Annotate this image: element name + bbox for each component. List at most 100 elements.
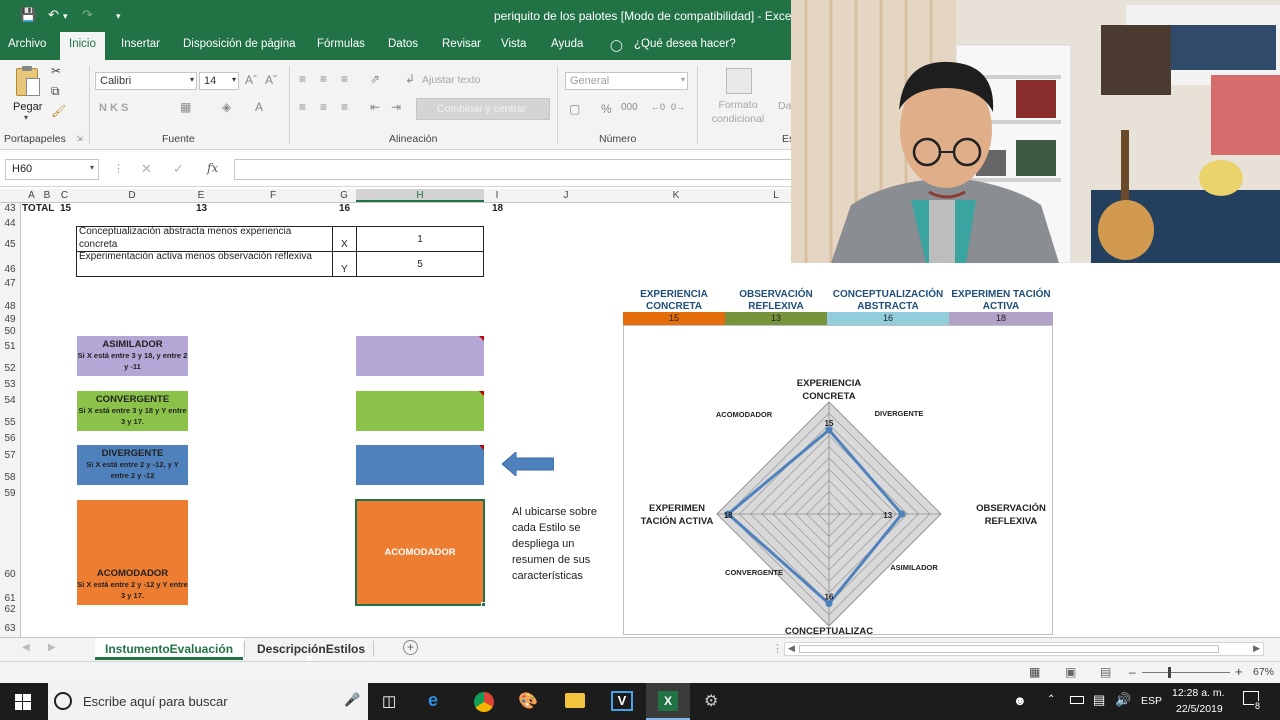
style-box-divergente[interactable]: DIVERGENTE Si X está entre 2 y -12, y Y … bbox=[77, 445, 188, 485]
result-cell[interactable]: ACOMODADOR bbox=[355, 499, 485, 606]
row-header[interactable]: 49 bbox=[0, 314, 20, 325]
page-layout-icon[interactable]: ▣ bbox=[1065, 665, 1076, 679]
indicator-convergente[interactable] bbox=[356, 391, 484, 431]
row-header[interactable]: 54 bbox=[0, 395, 20, 406]
dialog-launcher-icon[interactable]: ⇲ bbox=[76, 134, 83, 143]
name-box[interactable]: H60 ▾ bbox=[5, 159, 99, 180]
clock-time[interactable]: 12:28 a. m. bbox=[1172, 687, 1225, 699]
enter-icon[interactable]: ✓ bbox=[173, 161, 184, 177]
excel-taskbar-button[interactable]: X bbox=[646, 683, 690, 720]
redo-icon[interactable]: ↷ bbox=[82, 7, 93, 23]
zoom-slider[interactable] bbox=[1142, 667, 1230, 678]
number-format-select[interactable]: General ▾ bbox=[565, 72, 688, 90]
row-header[interactable]: 63 bbox=[0, 623, 20, 634]
row-header[interactable]: 56 bbox=[0, 433, 20, 444]
font-name-select[interactable]: Calibri ▾ bbox=[95, 72, 197, 90]
edge-icon[interactable]: e bbox=[428, 690, 438, 711]
orientation-icon[interactable]: ⇗ bbox=[370, 72, 380, 86]
row-header[interactable]: 45 bbox=[0, 239, 20, 250]
align-left-icon[interactable]: ≡ bbox=[299, 100, 306, 114]
microphone-icon[interactable]: 🎤 bbox=[344, 692, 360, 708]
battery-icon[interactable] bbox=[1070, 696, 1084, 704]
merge-center-button[interactable]: Combinar y centrar bbox=[416, 98, 550, 120]
tab-ayuda[interactable]: Ayuda bbox=[551, 38, 583, 50]
style-box-asimilador[interactable]: ASIMILADOR Si X está entre 3 y 18, y ent… bbox=[77, 336, 188, 376]
column-header[interactable]: G bbox=[332, 190, 356, 201]
conditional-format-button[interactable]: Formato condicional bbox=[703, 98, 773, 128]
fill-handle[interactable] bbox=[481, 602, 486, 607]
windows-start-icon[interactable] bbox=[15, 694, 31, 710]
prev-sheet-icon[interactable]: ◀ bbox=[22, 642, 30, 653]
file-explorer-icon[interactable] bbox=[565, 693, 585, 708]
column-header-selected[interactable]: H bbox=[356, 189, 484, 202]
tab-archivo[interactable]: Archivo bbox=[8, 38, 46, 50]
scroll-left-icon[interactable]: ◀ bbox=[788, 643, 795, 654]
save-icon[interactable]: 💾 bbox=[20, 7, 36, 23]
style-box-acomodador[interactable]: ACOMODADOR Si X está entre 2 y -12 y Y e… bbox=[77, 500, 188, 605]
people-icon[interactable]: ☻ bbox=[1013, 693, 1027, 708]
vs-icon[interactable]: V bbox=[611, 691, 633, 711]
chrome-icon[interactable] bbox=[474, 692, 494, 712]
row-header[interactable]: 51 bbox=[0, 341, 20, 352]
column-header[interactable]: I bbox=[484, 190, 510, 201]
format-painter-icon[interactable]: 🖌 bbox=[51, 104, 66, 118]
language-indicator[interactable]: ESP bbox=[1141, 695, 1162, 707]
row-header[interactable]: 55 bbox=[0, 417, 20, 428]
volume-icon[interactable]: 🔊 bbox=[1115, 692, 1131, 708]
task-view-icon[interactable]: ◫ bbox=[382, 692, 396, 710]
font-color-icon[interactable]: A bbox=[255, 100, 263, 114]
tab-datos[interactable]: Datos bbox=[388, 38, 418, 50]
tab-formulas[interactable]: Fórmulas bbox=[317, 38, 365, 50]
align-right-icon[interactable]: ≡ bbox=[341, 100, 348, 114]
row-header[interactable]: 43 bbox=[0, 203, 20, 214]
clock-date[interactable]: 22/5/2019 bbox=[1176, 703, 1223, 715]
decrease-font-icon[interactable]: Aˇ bbox=[265, 73, 277, 87]
network-icon[interactable]: ▤ bbox=[1093, 692, 1105, 708]
scrollbar-thumb[interactable] bbox=[799, 645, 1219, 653]
column-header[interactable]: K bbox=[622, 190, 730, 201]
accounting-icon[interactable]: ▢ bbox=[569, 102, 580, 116]
undo-dropdown-icon[interactable]: ▾ bbox=[63, 11, 68, 22]
cancel-icon[interactable]: ✕ bbox=[141, 161, 152, 177]
increase-font-icon[interactable]: Aˆ bbox=[245, 73, 257, 87]
customize-qat-icon[interactable]: ▾ bbox=[116, 11, 121, 22]
column-header[interactable]: J bbox=[510, 190, 622, 201]
indicator-asimilador[interactable] bbox=[356, 336, 484, 376]
cut-icon[interactable]: ✂ bbox=[51, 64, 61, 78]
zoom-out-icon[interactable]: – bbox=[1129, 665, 1136, 679]
increase-decimal-icon[interactable]: ←0 bbox=[651, 102, 665, 112]
chevron-up-icon[interactable]: ⌃ bbox=[1047, 694, 1055, 705]
app-icon[interactable]: ⚙ bbox=[704, 691, 718, 711]
align-bottom-icon[interactable]: ≡ bbox=[341, 72, 348, 86]
decrease-decimal-icon[interactable]: 0→ bbox=[671, 102, 685, 112]
radar-chart-frame[interactable]: 15 13 16 18 EXPERIENCIA CONCRETA OBSERVACIÓN RE… bbox=[623, 325, 1053, 637]
zoom-level[interactable]: 67% bbox=[1253, 666, 1274, 678]
normal-view-icon[interactable]: ▦ bbox=[1029, 665, 1040, 679]
row-header[interactable]: 53 bbox=[0, 379, 20, 390]
tell-me-search[interactable]: ¿Qué desea hacer? bbox=[634, 38, 736, 50]
horizontal-scrollbar[interactable]: ◀ ▶ bbox=[784, 642, 1264, 656]
row-header[interactable]: 61 bbox=[0, 593, 20, 604]
row-header[interactable]: 48 bbox=[0, 301, 20, 312]
paste-button[interactable]: Pegar ▾ bbox=[8, 64, 48, 126]
taskbar-search[interactable]: Escribe aquí para buscar 🎤 bbox=[48, 683, 368, 720]
wrap-text-button[interactable]: Ajustar texto bbox=[422, 74, 480, 86]
tab-vista[interactable]: Vista bbox=[501, 38, 526, 50]
tab-insertar[interactable]: Insertar bbox=[121, 38, 160, 50]
format-table-button[interactable]: Da bbox=[778, 100, 791, 112]
borders-icon[interactable]: ▦ bbox=[180, 100, 191, 114]
align-top-icon[interactable]: ≡ bbox=[299, 72, 306, 86]
align-center-icon[interactable]: ≡ bbox=[320, 100, 327, 114]
add-sheet-icon[interactable]: + bbox=[403, 640, 418, 655]
tab-inicio[interactable]: Inicio bbox=[60, 32, 105, 60]
comma-style-icon[interactable]: 000 bbox=[621, 102, 638, 113]
page-break-icon[interactable]: ▤ bbox=[1100, 665, 1111, 679]
percent-icon[interactable]: % bbox=[601, 102, 612, 116]
align-middle-icon[interactable]: ≡ bbox=[320, 72, 327, 86]
column-header[interactable]: B bbox=[41, 190, 53, 201]
undo-icon[interactable]: ↶ bbox=[48, 7, 59, 23]
zoom-thumb[interactable] bbox=[1168, 667, 1171, 678]
row-header[interactable]: 52 bbox=[0, 363, 20, 374]
row-header[interactable]: 47 bbox=[0, 278, 20, 289]
increase-indent-icon[interactable]: ⇥ bbox=[391, 100, 401, 114]
